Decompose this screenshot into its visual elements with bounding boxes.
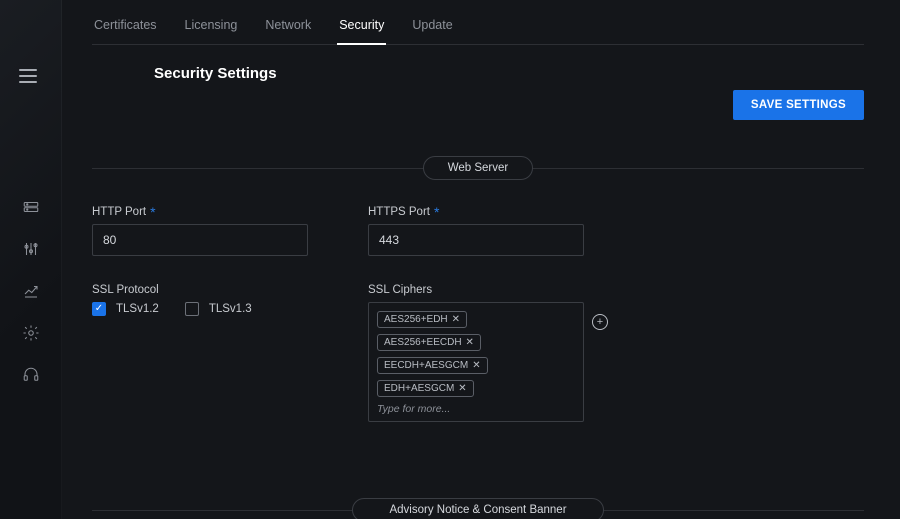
gear-icon[interactable] xyxy=(22,324,40,342)
ssl-ciphers-box[interactable]: AES256+EDH✕ AES256+EECDH✕ EECDH+AESGCM✕ … xyxy=(368,302,584,422)
page-title: Security Settings xyxy=(154,65,864,82)
cipher-chip: EDH+AESGCM✕ xyxy=(377,380,474,397)
main-content: Certificates Licensing Network Security … xyxy=(62,0,900,519)
chip-remove-icon[interactable]: ✕ xyxy=(452,314,460,325)
field-http-port: HTTP Port * xyxy=(92,206,308,256)
checkbox-tls12-label: TLSv1.2 xyxy=(116,303,159,315)
chip-remove-icon[interactable]: ✕ xyxy=(466,337,474,348)
left-rail xyxy=(0,0,62,519)
ssl-protocol-label: SSL Protocol xyxy=(92,284,308,296)
server-icon[interactable] xyxy=(22,198,40,216)
chip-remove-icon[interactable]: ✕ xyxy=(458,383,466,394)
cipher-chip: EECDH+AESGCM✕ xyxy=(377,357,488,374)
checkbox-tls12[interactable] xyxy=(92,302,106,316)
required-mark: * xyxy=(434,208,439,216)
menu-icon[interactable] xyxy=(19,64,43,88)
save-settings-button[interactable]: SAVE SETTINGS xyxy=(733,90,864,120)
section-title-web-server: Web Server xyxy=(423,156,534,180)
checkbox-tls13-label: TLSv1.3 xyxy=(209,303,252,315)
https-port-input[interactable] xyxy=(368,224,584,256)
cipher-chip: AES256+EECDH✕ xyxy=(377,334,481,351)
section-title-advisory: Advisory Notice & Consent Banner xyxy=(352,498,603,519)
field-ssl-protocol: SSL Protocol TLSv1.2 TLSv1.3 xyxy=(92,284,308,422)
settings-tabs: Certificates Licensing Network Security … xyxy=(92,8,864,45)
field-ssl-ciphers: SSL Ciphers AES256+EDH✕ AES256+EECDH✕ EE… xyxy=(368,284,584,422)
required-mark: * xyxy=(150,208,155,216)
checkbox-tls13[interactable] xyxy=(185,302,199,316)
cipher-chip: AES256+EDH✕ xyxy=(377,311,467,328)
section-web-server: Web Server xyxy=(92,156,864,180)
field-https-port: HTTPS Port * xyxy=(368,206,584,256)
tab-security[interactable]: Security xyxy=(337,8,386,44)
section-advisory: Advisory Notice & Consent Banner xyxy=(92,498,864,519)
headset-icon[interactable] xyxy=(22,366,40,384)
sliders-icon[interactable] xyxy=(22,240,40,258)
chart-icon[interactable] xyxy=(22,282,40,300)
ssl-ciphers-label: SSL Ciphers xyxy=(368,284,584,296)
https-port-label: HTTPS Port xyxy=(368,206,430,218)
http-port-input[interactable] xyxy=(92,224,308,256)
http-port-label: HTTP Port xyxy=(92,206,146,218)
tab-certificates[interactable]: Certificates xyxy=(92,8,159,44)
chip-remove-icon[interactable]: ✕ xyxy=(472,360,480,371)
tab-licensing[interactable]: Licensing xyxy=(183,8,240,44)
rail-icon-group xyxy=(22,198,40,384)
tab-update[interactable]: Update xyxy=(410,8,454,44)
tab-network[interactable]: Network xyxy=(263,8,313,44)
cipher-input-placeholder[interactable]: Type for more... xyxy=(377,403,575,415)
add-cipher-icon[interactable]: + xyxy=(592,314,608,330)
